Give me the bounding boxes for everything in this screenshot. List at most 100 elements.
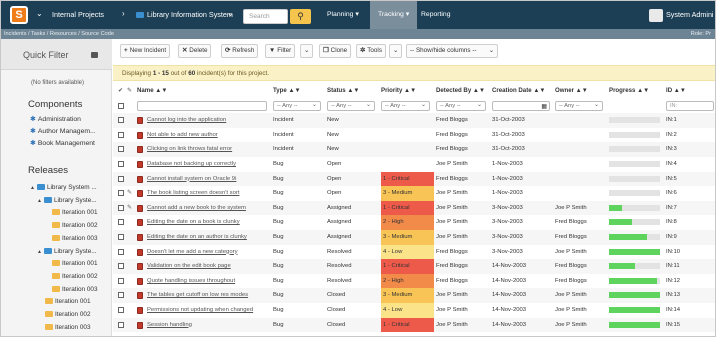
sort-icon[interactable]: ▲▼ <box>672 87 686 94</box>
component-item[interactable]: ✱ Administration <box>30 115 81 123</box>
column-header-priority[interactable]: Priority ▲▼ <box>381 84 434 99</box>
table-row[interactable]: Database not backing up correctly Bug Open… <box>113 157 715 172</box>
project-selector[interactable]: Internal Projects <box>52 10 104 19</box>
row-checkbox[interactable] <box>118 131 124 138</box>
nav-planning[interactable]: Planning ▾ <box>319 1 367 29</box>
table-row[interactable]: Cannot install system on Oracle 9i Bug Ope… <box>113 171 715 187</box>
incident-name-link[interactable]: Cannot install system on Oracle 9i <box>147 172 273 187</box>
table-row[interactable]: Cannot log into the application Incident N… <box>113 113 715 128</box>
table-row[interactable]: Doesn't let me add a new category Bug Reso… <box>113 244 715 260</box>
release-item[interactable]: ▲ Library System ... <box>30 184 97 191</box>
row-checkbox[interactable] <box>118 263 124 270</box>
type-filter-select[interactable]: -- Any -- <box>273 100 321 111</box>
release-item[interactable]: Iteration 003 <box>52 234 98 242</box>
row-checkbox[interactable] <box>118 292 124 299</box>
column-header-created[interactable]: Creation Date ▲▼ <box>492 84 553 99</box>
table-row[interactable]: Permissions not updating when changed Bug… <box>113 303 715 318</box>
id-filter-input[interactable]: IN: <box>666 100 714 111</box>
release-item[interactable]: Iteration 001 <box>52 260 98 267</box>
row-checkbox[interactable] <box>118 190 124 197</box>
sort-icon[interactable]: ▲▼ <box>471 87 485 94</box>
release-item[interactable]: ▲ Library Syste... <box>37 247 97 255</box>
column-header-progress[interactable]: Progress ▲▼ <box>609 84 664 99</box>
table-row[interactable]: The tables get cutoff on low res modes Bu… <box>113 288 715 303</box>
row-checkbox[interactable] <box>118 307 124 313</box>
refresh-button[interactable]: ⟳ Refresh <box>221 44 259 58</box>
table-row[interactable]: Session handling Bug Closed 1 - Critical Joe… <box>113 317 715 333</box>
sort-icon[interactable]: ▲▼ <box>532 87 545 94</box>
expand-toggle-icon[interactable]: ▲ <box>37 198 42 204</box>
new-incident-button[interactable]: + New Incident <box>120 44 171 58</box>
priority-filter-select[interactable]: -- Any -- <box>381 100 430 111</box>
column-header-id[interactable]: ID ▲▼ <box>666 84 715 99</box>
filter-dropdown[interactable]: ⌄ <box>300 44 314 58</box>
incident-name-link[interactable]: Not able to add new author <box>147 128 273 143</box>
show-hide-columns-select[interactable]: -- Show/hide columns -- ⌄ <box>406 44 498 58</box>
table-row[interactable]: Editing the date on an author is clunky B… <box>113 230 715 245</box>
row-checkbox[interactable] <box>118 234 124 240</box>
table-row[interactable]: Clicking on link throws fatal error Incid… <box>113 142 715 157</box>
owner-filter-select[interactable]: -- Any -- <box>555 100 603 111</box>
product-selector[interactable]: Library Information System <box>147 10 233 19</box>
collapse-icon[interactable] <box>91 52 98 58</box>
row-checkbox[interactable] <box>118 204 124 211</box>
app-logo[interactable]: S <box>10 6 28 24</box>
tools-dropdown[interactable]: ⌄ <box>389 44 403 58</box>
calendar-icon[interactable]: ▦ <box>541 100 547 115</box>
sort-icon[interactable]: ▲▼ <box>154 87 167 94</box>
release-item[interactable]: Iteration 003 <box>45 323 91 331</box>
incident-name-link[interactable]: Permissions not updating when changed <box>147 303 273 318</box>
table-row[interactable]: ✎ Cannot add a new book to the system Bug A… <box>113 200 715 216</box>
incident-name-link[interactable]: Session handling <box>147 318 273 333</box>
incident-name-link[interactable]: Cannot log into the application <box>147 113 273 128</box>
chevron-down-icon[interactable]: ⌄ <box>36 9 43 18</box>
avatar[interactable] <box>649 9 663 22</box>
row-checkbox[interactable] <box>118 321 124 328</box>
nav-tracking[interactable]: Tracking ▾ <box>370 1 418 29</box>
release-item[interactable]: Iteration 002 <box>52 272 98 280</box>
incident-name-link[interactable]: The book listing screen doesn't sort <box>147 186 273 201</box>
incident-name-link[interactable]: Clicking on link throws fatal error <box>147 142 273 157</box>
column-header-status[interactable]: Status ▲▼ <box>327 84 379 99</box>
incident-name-link[interactable]: Quote handling issues throughout <box>147 274 273 289</box>
incident-name-link[interactable]: Database not backing up correctly <box>147 157 273 172</box>
tools-button[interactable]: ✲ Tools <box>356 44 386 58</box>
sort-icon[interactable]: ▲▼ <box>402 87 416 94</box>
user-name[interactable]: System Admini <box>666 10 714 19</box>
incident-name-link[interactable]: Validation on the edit book page <box>147 259 273 274</box>
search-button[interactable]: ⚲ <box>290 9 311 24</box>
name-filter-input[interactable] <box>137 100 267 111</box>
column-header-owner[interactable]: Owner ▲▼ <box>555 84 607 99</box>
column-header-detected-by[interactable]: Detected By ▲▼ <box>436 84 490 99</box>
component-item[interactable]: ✱ Author Managem... <box>30 127 96 135</box>
table-row[interactable]: Quote handling issues throughout Bug Resol… <box>113 273 715 289</box>
expand-toggle-icon[interactable]: ▲ <box>37 249 42 255</box>
nav-reporting[interactable]: Reporting <box>413 1 458 29</box>
release-item[interactable]: Iteration 001 <box>45 298 91 305</box>
section-tabs[interactable]: Incidents / Tasks / Resources / Source C… <box>4 31 114 37</box>
select-all-checkbox[interactable] <box>118 102 124 109</box>
creation-date-filter-input[interactable]: ▦ <box>492 100 550 111</box>
incident-name-link[interactable]: Editing the date on an author is clunky <box>147 230 273 245</box>
row-checkbox[interactable] <box>118 248 124 255</box>
filter-button[interactable]: ▼ Filter <box>265 44 296 58</box>
column-header-type[interactable]: Type ▲▼ <box>273 84 325 99</box>
chevron-down-icon[interactable]: ⌄ <box>227 9 234 18</box>
row-checkbox[interactable] <box>118 161 124 167</box>
sort-icon[interactable]: ▲▼ <box>635 87 649 94</box>
row-checkbox[interactable] <box>118 146 124 153</box>
table-row[interactable]: Editing the date on a book is clunky Bug A… <box>113 215 715 230</box>
release-item[interactable]: Iteration 001 <box>52 209 98 216</box>
incident-name-link[interactable]: Doesn't let me add a new category <box>147 245 273 260</box>
release-item[interactable]: Iteration 002 <box>52 222 98 229</box>
delete-button[interactable]: ✕ Delete <box>178 44 212 58</box>
sort-icon[interactable]: ▲▼ <box>574 87 588 94</box>
row-checkbox[interactable] <box>118 219 124 226</box>
edit-icon[interactable]: ✎ <box>127 186 132 201</box>
incident-name-link[interactable]: Cannot add a new book to the system <box>147 201 273 216</box>
incident-name-link[interactable]: Editing the date on a book is clunky <box>147 215 273 230</box>
sort-icon[interactable]: ▲▼ <box>346 87 359 94</box>
table-row[interactable]: Validation on the edit book page Bug Resol… <box>113 259 715 274</box>
release-item[interactable]: Iteration 002 <box>45 311 91 318</box>
select-all-check-icon[interactable]: ✔ <box>118 84 123 99</box>
